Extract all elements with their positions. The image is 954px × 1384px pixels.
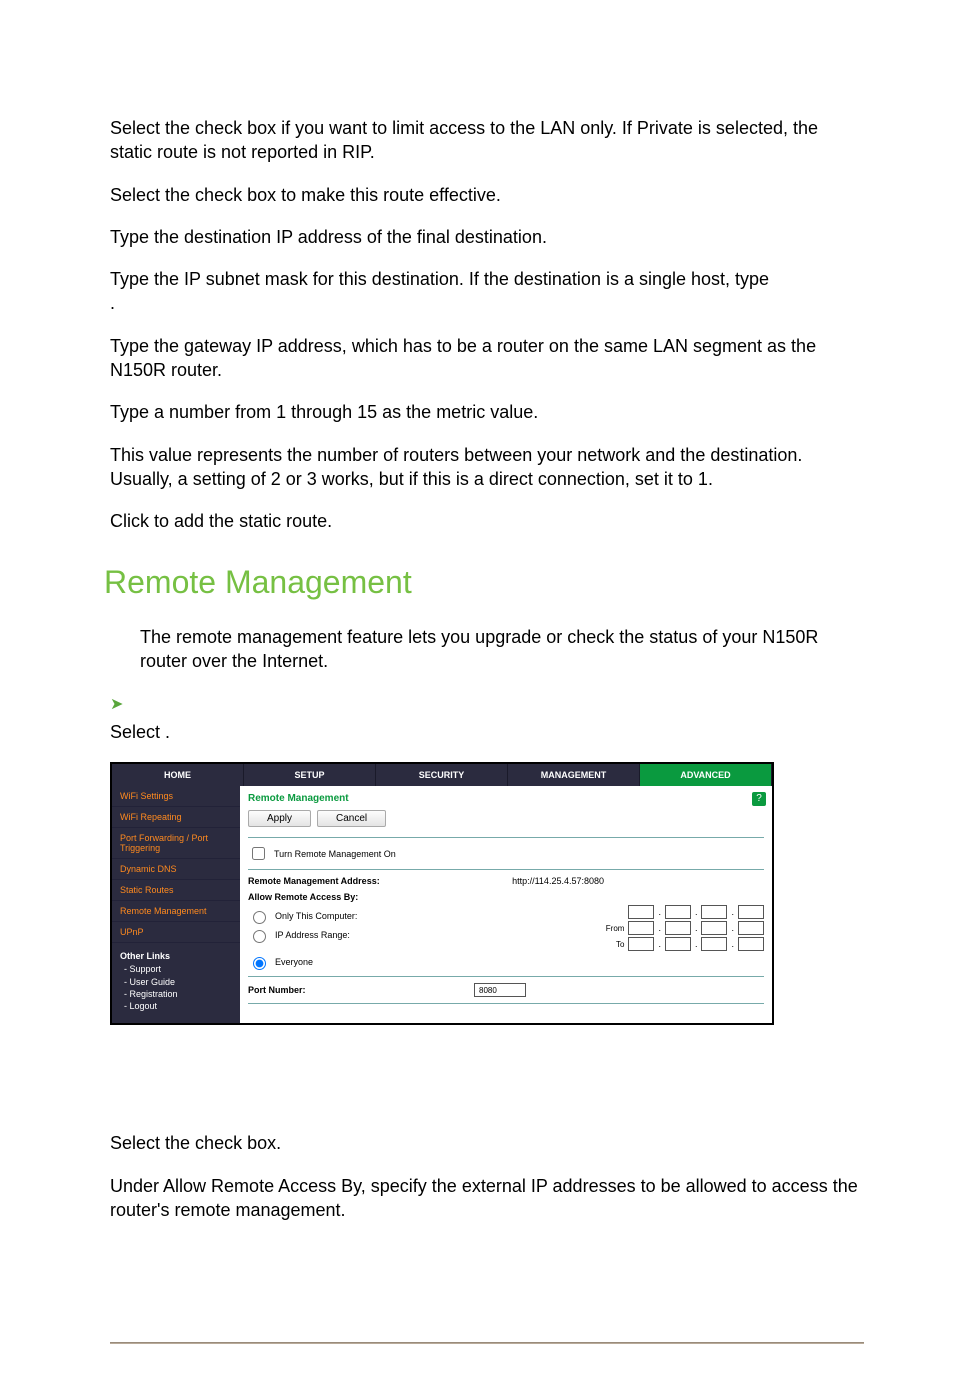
- ip-to-2[interactable]: [665, 937, 691, 951]
- ip-to-4[interactable]: [738, 937, 764, 951]
- p-active-checkbox: Select the check box to make this route …: [110, 183, 864, 207]
- ip-only-3[interactable]: [701, 905, 727, 919]
- pane-title: Remote Management: [248, 793, 764, 804]
- p-remote-intro: The remote management feature lets you u…: [140, 625, 864, 674]
- p-allow-remote-spec: Under Allow Remote Access By, specify th…: [110, 1174, 864, 1223]
- other-links: Other Links - Support - User Guide - Reg…: [112, 943, 240, 1020]
- arrow-icon: ➤: [110, 694, 123, 714]
- tab-setup[interactable]: SETUP: [244, 764, 376, 786]
- apply-button[interactable]: Apply: [248, 810, 311, 827]
- ip-to-1[interactable]: [628, 937, 654, 951]
- sidebar-item-dynamic-dns[interactable]: Dynamic DNS: [112, 859, 240, 880]
- tab-home[interactable]: HOME: [112, 764, 244, 786]
- help-icon[interactable]: ?: [752, 792, 766, 806]
- p-gateway-ip: Type the gateway IP address, which has t…: [110, 334, 864, 383]
- sidebar-item-static-routes[interactable]: Static Routes: [112, 880, 240, 901]
- sidebar-item-wifi-settings[interactable]: WiFi Settings: [112, 786, 240, 807]
- sidebar-item-port-forwarding[interactable]: Port Forwarding / Port Triggering: [112, 828, 240, 859]
- link-user-guide[interactable]: - User Guide: [120, 976, 232, 988]
- other-links-header: Other Links: [120, 951, 232, 961]
- p-dest-ip: Type the destination IP address of the f…: [110, 225, 864, 249]
- port-number-label: Port Number:: [248, 985, 468, 995]
- ip-from-1[interactable]: [628, 921, 654, 935]
- port-number-input[interactable]: [474, 983, 526, 997]
- to-label: To: [600, 940, 624, 949]
- remote-addr-value: http://114.25.4.57:8080: [512, 876, 604, 886]
- allow-access-label: Allow Remote Access By:: [248, 892, 764, 902]
- radio-only-this-computer[interactable]: [253, 911, 266, 924]
- footer-rule: [110, 1342, 864, 1344]
- link-support[interactable]: - Support: [120, 963, 232, 975]
- p-metric: Type a number from 1 through 15 as the m…: [110, 400, 864, 424]
- from-label: From: [600, 924, 624, 933]
- router-ui-screenshot: HOME SETUP SECURITY MANAGEMENT ADVANCED …: [110, 762, 774, 1025]
- ip-from-3[interactable]: [701, 921, 727, 935]
- label-only-this-computer: Only This Computer:: [275, 911, 357, 921]
- tab-management[interactable]: MANAGEMENT: [508, 764, 640, 786]
- ip-only-2[interactable]: [665, 905, 691, 919]
- p-subnet-mask-cont: .: [110, 291, 864, 315]
- label-ip-range: IP Address Range:: [275, 930, 350, 940]
- ip-from-2[interactable]: [665, 921, 691, 935]
- p-subnet-mask: Type the IP subnet mask for this destina…: [110, 267, 864, 291]
- p-metric-explain: This value represents the number of rout…: [110, 443, 864, 492]
- p-select-path: Select .: [110, 720, 864, 744]
- p-select-checkbox: Select the check box.: [110, 1131, 864, 1155]
- ip-to-3[interactable]: [701, 937, 727, 951]
- radio-everyone[interactable]: [253, 957, 266, 970]
- link-registration[interactable]: - Registration: [120, 988, 232, 1000]
- p-click-add: Click to add the static route.: [110, 509, 864, 533]
- link-logout[interactable]: - Logout: [120, 1000, 232, 1012]
- turn-remote-on-label: Turn Remote Management On: [274, 849, 396, 859]
- sidebar-item-remote-management[interactable]: Remote Management: [112, 901, 240, 922]
- radio-ip-range[interactable]: [253, 930, 266, 943]
- sidebar-item-upnp[interactable]: UPnP: [112, 922, 240, 943]
- ip-only-4[interactable]: [738, 905, 764, 919]
- content-pane: ? Remote Management Apply Cancel Turn Re…: [240, 786, 772, 1023]
- p-private-checkbox: Select the check box if you want to limi…: [110, 116, 864, 165]
- tab-bar: HOME SETUP SECURITY MANAGEMENT ADVANCED: [112, 764, 772, 786]
- cancel-button[interactable]: Cancel: [317, 810, 386, 827]
- section-heading-remote-management: Remote Management: [104, 564, 864, 601]
- sidebar: WiFi Settings WiFi Repeating Port Forwar…: [112, 786, 240, 1023]
- turn-remote-on-checkbox[interactable]: [252, 847, 265, 860]
- ip-from-4[interactable]: [738, 921, 764, 935]
- ip-only-1[interactable]: [628, 905, 654, 919]
- remote-addr-label: Remote Management Address:: [248, 876, 380, 886]
- tab-advanced[interactable]: ADVANCED: [640, 764, 772, 786]
- tab-security[interactable]: SECURITY: [376, 764, 508, 786]
- sidebar-item-wifi-repeating[interactable]: WiFi Repeating: [112, 807, 240, 828]
- label-everyone: Everyone: [275, 957, 313, 967]
